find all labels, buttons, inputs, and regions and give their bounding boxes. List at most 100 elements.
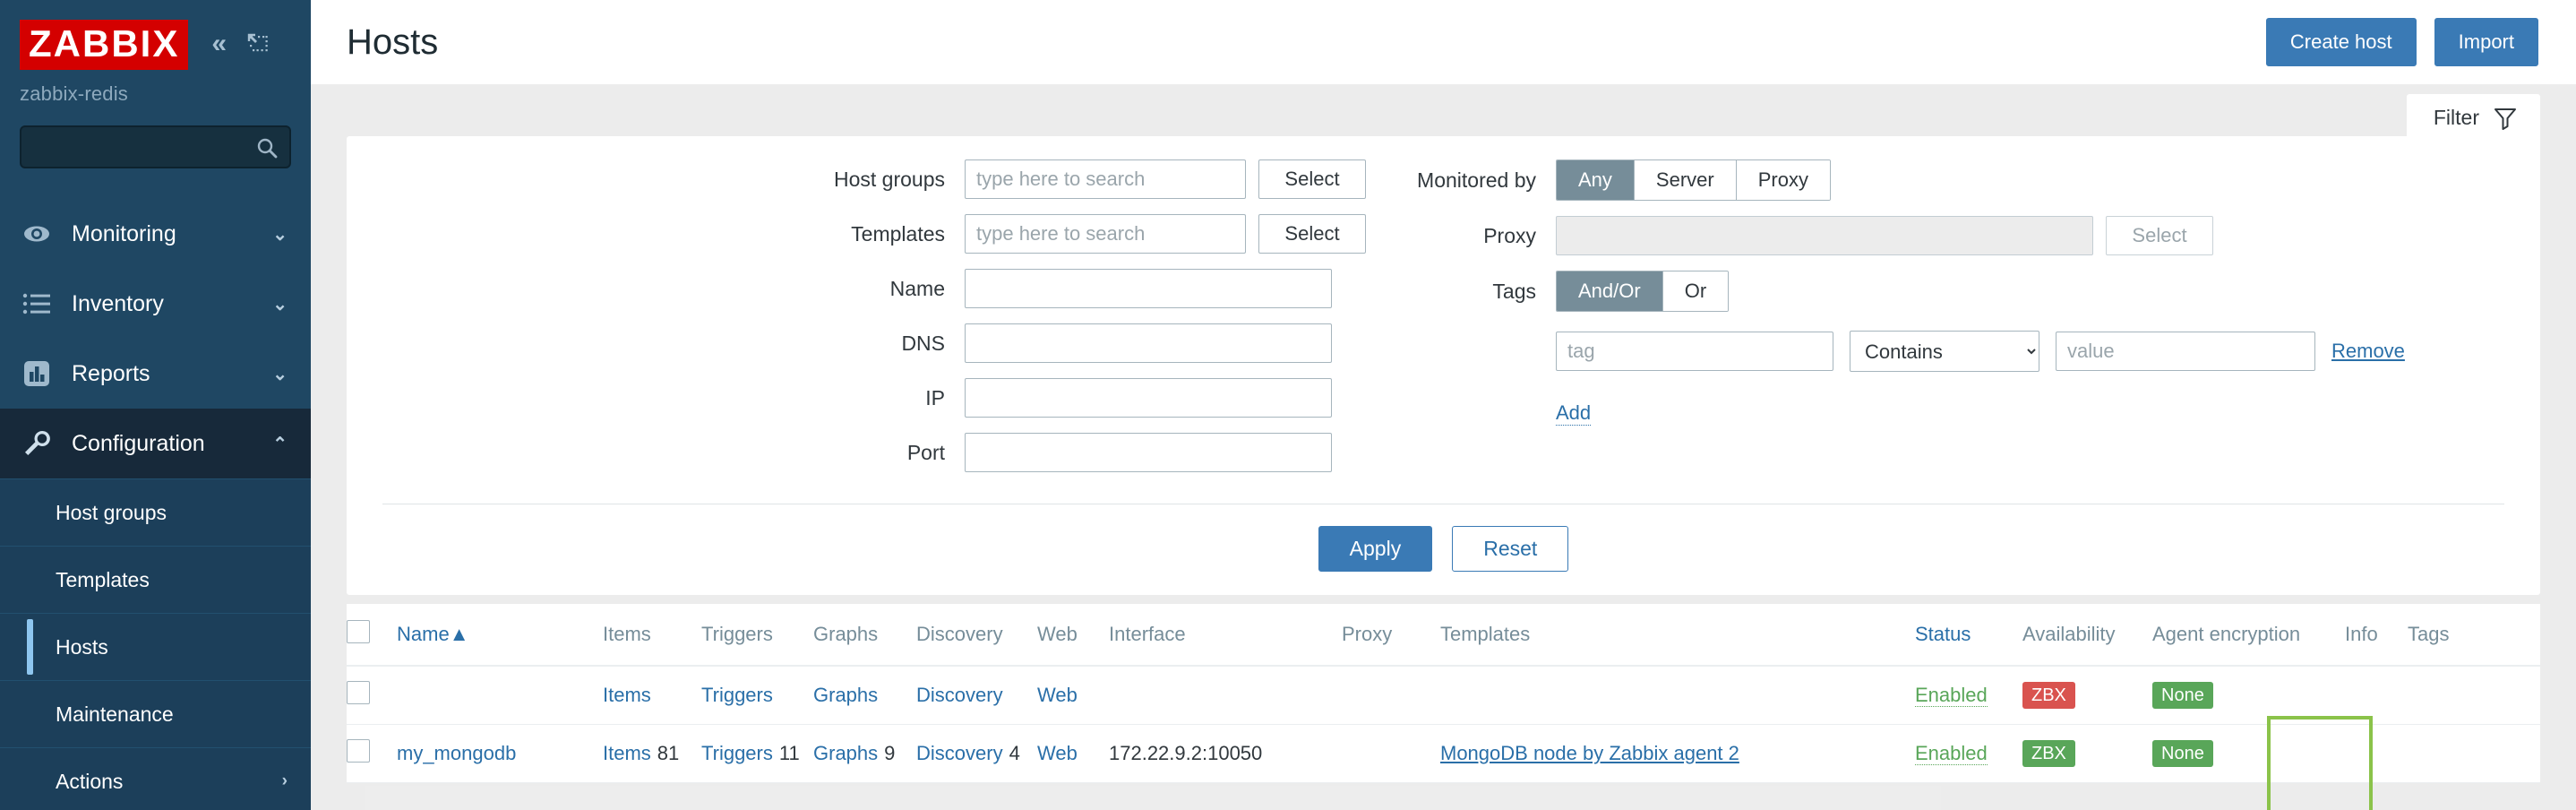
- tag-value-input[interactable]: [2056, 332, 2315, 371]
- monitored-by-option-server[interactable]: Server: [1634, 160, 1737, 200]
- filter-row-ip: IP: [347, 378, 1332, 418]
- monitored-by-option-proxy[interactable]: Proxy: [1736, 160, 1830, 200]
- sidebar-item-maintenance[interactable]: Maintenance: [0, 680, 311, 747]
- hosts-table-card: Name▲ Items Triggers Graphs Discovery We…: [347, 604, 2540, 783]
- column-header-web: Web: [1037, 604, 1109, 667]
- sidebar-item-configuration[interactable]: Configuration ⌃: [0, 409, 311, 478]
- dns-input[interactable]: [965, 323, 1332, 363]
- zabbix-app: ZABBIX « zabbix-redis Monitoring ⌄ Inven…: [0, 0, 2576, 810]
- port-input[interactable]: [965, 433, 1332, 472]
- bar-chart-icon: [21, 358, 52, 389]
- status-badge[interactable]: Enabled: [1915, 742, 1988, 765]
- search-icon[interactable]: [255, 136, 279, 159]
- filter-right-column: Monitored by Any Server Proxy Proxy Sele…: [1332, 159, 2540, 487]
- column-header-availability: Availability: [2022, 604, 2152, 667]
- sidebar-subitem-label: Host groups: [56, 500, 167, 524]
- template-link[interactable]: MongoDB node by Zabbix agent 2: [1440, 742, 1739, 764]
- web-link[interactable]: Web: [1037, 684, 1078, 706]
- sidebar-header-icons: «: [211, 30, 270, 57]
- row-triggers-cell: Triggers: [701, 666, 813, 725]
- zabbix-logo[interactable]: ZABBIX: [20, 20, 189, 70]
- ip-input[interactable]: [965, 378, 1332, 418]
- row-templates-cell: [1440, 666, 1915, 725]
- row-encryption-cell: None: [2152, 666, 2345, 725]
- filter-panel: Host groups Select Templates Select Name: [347, 136, 2540, 595]
- dns-label: DNS: [901, 331, 945, 355]
- row-status-cell: Enabled: [1915, 666, 2022, 725]
- discovery-link[interactable]: Discovery: [916, 742, 1003, 764]
- templates-input[interactable]: [965, 214, 1246, 254]
- create-host-button[interactable]: Create host: [2265, 18, 2417, 66]
- triggers-link[interactable]: Triggers: [701, 684, 773, 706]
- column-header-info: Info: [2345, 604, 2408, 667]
- row-checkbox[interactable]: [347, 681, 370, 704]
- tags-mode-option-and-or[interactable]: And/Or: [1557, 271, 1663, 311]
- sidebar-subitem-label: Actions: [56, 769, 124, 793]
- sidebar-item-host-groups[interactable]: Host groups: [0, 478, 311, 546]
- select-all-checkbox[interactable]: [347, 620, 370, 643]
- row-availability-cell: ZBX: [2022, 666, 2152, 725]
- sidebar-search[interactable]: [20, 125, 291, 168]
- availability-badge[interactable]: ZBX: [2022, 682, 2075, 709]
- chevron-double-left-icon[interactable]: «: [211, 30, 227, 57]
- sidebar-item-hosts[interactable]: Hosts: [0, 613, 311, 680]
- search-input[interactable]: [21, 127, 289, 167]
- sidebar-item-actions[interactable]: Actions ›: [0, 747, 311, 810]
- sidebar-item-label: Configuration: [72, 430, 205, 456]
- column-header-agent-encryption: Agent encryption: [2152, 604, 2345, 667]
- row-info-cell: [2345, 724, 2408, 783]
- discovery-link[interactable]: Discovery: [916, 684, 1003, 706]
- filter-actions: Apply Reset: [347, 504, 2540, 595]
- filter-fields: Host groups Select Templates Select Name: [347, 159, 2540, 487]
- web-link[interactable]: Web: [1037, 742, 1078, 764]
- sidebar-item-monitoring[interactable]: Monitoring ⌄: [0, 199, 311, 269]
- filter-tab-label: Filter: [2433, 106, 2479, 129]
- graphs-link[interactable]: Graphs: [813, 742, 878, 764]
- column-header-graphs: Graphs: [813, 604, 916, 667]
- row-tags-cell: [2408, 666, 2540, 725]
- triggers-link[interactable]: Triggers: [701, 742, 773, 764]
- expand-arrow-icon[interactable]: [246, 32, 270, 56]
- items-link[interactable]: Items: [603, 742, 651, 764]
- table-header-row: Name▲ Items Triggers Graphs Discovery We…: [347, 604, 2540, 667]
- select-all-header: [347, 604, 397, 667]
- status-badge[interactable]: Enabled: [1915, 684, 1988, 707]
- sidebar-item-inventory[interactable]: Inventory ⌄: [0, 269, 311, 339]
- row-discovery-cell: Discovery: [916, 666, 1037, 725]
- tag-add-link[interactable]: Add: [1556, 401, 1592, 426]
- name-input[interactable]: [965, 269, 1332, 308]
- row-graphs-cell: Graphs 9: [813, 724, 916, 783]
- host-name-link[interactable]: my_mongodb: [397, 742, 516, 764]
- page-title: Hosts: [347, 22, 439, 62]
- sidebar-subitem-label: Templates: [56, 567, 150, 591]
- main-area: Hosts Create host Import Filter Host gro…: [311, 0, 2576, 810]
- availability-badge[interactable]: ZBX: [2022, 740, 2075, 767]
- row-info-cell: [2345, 666, 2408, 725]
- filter-tab[interactable]: Filter: [2406, 94, 2540, 144]
- sidebar-item-templates[interactable]: Templates: [0, 546, 311, 613]
- column-header-name[interactable]: Name▲: [397, 604, 603, 667]
- host-groups-input[interactable]: [965, 159, 1246, 199]
- row-items-cell: Items 81: [603, 724, 701, 783]
- column-header-status[interactable]: Status: [1915, 604, 2022, 667]
- items-link[interactable]: Items: [603, 684, 651, 706]
- reset-button[interactable]: Reset: [1452, 526, 1569, 572]
- tag-operator-select[interactable]: Contains Equals Exists Does not exist Do…: [1850, 331, 2039, 372]
- proxy-select-button: Select: [2106, 216, 2213, 255]
- row-checkbox[interactable]: [347, 739, 370, 763]
- import-button[interactable]: Import: [2434, 18, 2538, 66]
- tag-name-input[interactable]: [1556, 332, 1833, 371]
- apply-button[interactable]: Apply: [1318, 526, 1433, 572]
- graphs-link[interactable]: Graphs: [813, 684, 878, 706]
- sidebar-item-reports[interactable]: Reports ⌄: [0, 339, 311, 409]
- page-header-actions: Create host Import: [2265, 18, 2538, 66]
- row-checkbox-cell: [347, 724, 397, 783]
- column-header-items: Items: [603, 604, 701, 667]
- sidebar-item-label: Reports: [72, 360, 150, 386]
- monitored-by-option-any[interactable]: Any: [1557, 160, 1635, 200]
- tag-remove-link[interactable]: Remove: [2331, 340, 2405, 363]
- table-row: my_mongodb Items 81 Triggers 11 Graphs 9 Di…: [347, 724, 2540, 783]
- row-discovery-cell: Discovery 4: [916, 724, 1037, 783]
- list-icon: [21, 289, 52, 319]
- tags-mode-option-or[interactable]: Or: [1662, 271, 1729, 311]
